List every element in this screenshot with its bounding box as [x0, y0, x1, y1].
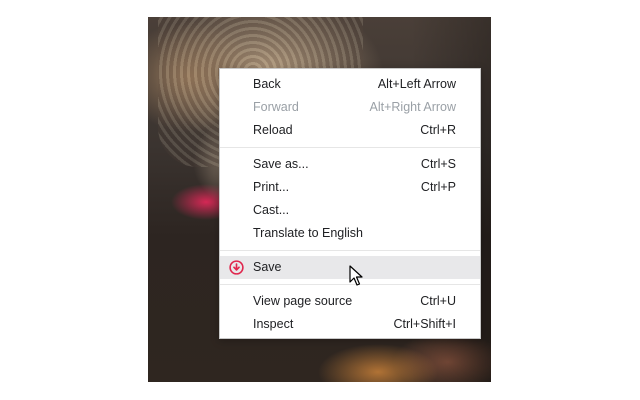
menu-item-label: Translate to English [253, 226, 364, 240]
menu-item-label: Reload [253, 123, 293, 137]
menu-item-shortcut: Alt+Left Arrow [377, 77, 456, 91]
menu-item-inspect[interactable]: Inspect Ctrl+Shift+I [220, 313, 480, 336]
menu-item-label: Cast... [253, 203, 290, 217]
save-icon [229, 260, 244, 275]
menu-item-shortcut: Ctrl+R [420, 123, 456, 137]
menu-item-save[interactable]: Save [220, 256, 480, 279]
menu-item-label: Forward [253, 100, 299, 114]
context-menu: Back Alt+Left Arrow Forward Alt+Right Ar… [219, 68, 481, 339]
menu-item-print[interactable]: Print... Ctrl+P [220, 176, 480, 199]
menu-separator [220, 250, 480, 251]
menu-item-forward[interactable]: Forward Alt+Right Arrow [220, 96, 480, 119]
menu-item-label: Save as... [253, 157, 309, 171]
menu-item-shortcut: Ctrl+S [420, 157, 456, 171]
menu-item-shortcut: Ctrl+U [420, 294, 456, 308]
menu-item-shortcut: Ctrl+P [420, 180, 456, 194]
menu-item-label: Print... [253, 180, 290, 194]
menu-item-cast[interactable]: Cast... [220, 199, 480, 222]
menu-item-back[interactable]: Back Alt+Left Arrow [220, 73, 480, 96]
menu-item-translate[interactable]: Translate to English [220, 222, 480, 245]
menu-item-label: View page source [253, 294, 353, 308]
menu-item-reload[interactable]: Reload Ctrl+R [220, 119, 480, 142]
menu-item-label: Save [253, 260, 282, 274]
menu-item-save-as[interactable]: Save as... Ctrl+S [220, 153, 480, 176]
screen: { "context_menu": { "groups": [ [ {"labe… [0, 0, 640, 400]
menu-item-shortcut: Alt+Right Arrow [369, 100, 457, 114]
menu-item-shortcut: Ctrl+Shift+I [393, 317, 456, 331]
menu-separator [220, 284, 480, 285]
menu-separator [220, 147, 480, 148]
menu-item-label: Back [253, 77, 281, 91]
menu-item-label: Inspect [253, 317, 294, 331]
menu-item-view-page-source[interactable]: View page source Ctrl+U [220, 290, 480, 313]
